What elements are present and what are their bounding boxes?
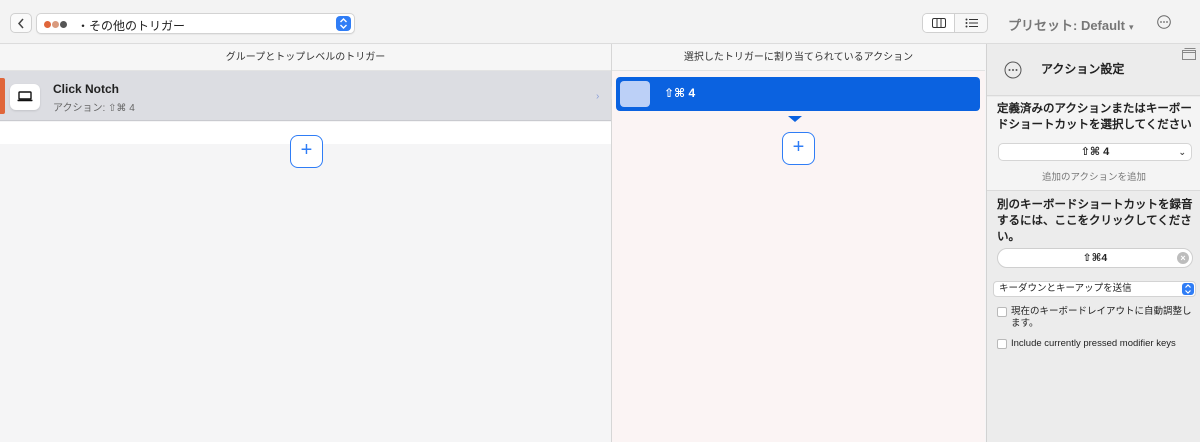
shortcut-recorder-field[interactable]: ⇧⌘4 × bbox=[997, 248, 1193, 268]
dot-2 bbox=[52, 21, 59, 28]
predefined-action-select[interactable]: ⇧⌘ 4 ⌄ bbox=[998, 143, 1192, 161]
columns-view-button[interactable] bbox=[923, 14, 955, 32]
predefined-action-heading: 定義済みのアクションまたはキーボードショートカットを選択してください bbox=[997, 103, 1192, 131]
action-thumbnail-icon bbox=[620, 81, 650, 107]
list-icon bbox=[965, 18, 978, 28]
caret-down-icon: ▾ bbox=[1129, 22, 1134, 32]
preset-label: プリセット: Default bbox=[1008, 18, 1126, 33]
send-mode-select[interactable]: キーダウンとキーアップを送信 bbox=[993, 281, 1196, 297]
app-dots-icon bbox=[44, 21, 68, 28]
more-options-icon[interactable] bbox=[1157, 15, 1171, 29]
add-trigger-button[interactable]: + bbox=[290, 135, 323, 168]
updown-chevron-icon bbox=[336, 16, 351, 31]
laptop-icon bbox=[10, 84, 40, 110]
add-action-button[interactable]: + bbox=[782, 132, 815, 165]
trigger-row[interactable]: Click Notch アクション: ⇧⌘ 4 › bbox=[0, 71, 611, 121]
trigger-accent-bar bbox=[0, 78, 5, 114]
settings-header: アクション設定 bbox=[987, 44, 1200, 96]
checkbox[interactable] bbox=[997, 339, 1007, 349]
dot-1 bbox=[44, 21, 51, 28]
add-additional-action-link[interactable]: 追加のアクションを追加 bbox=[987, 169, 1200, 183]
view-toggle bbox=[922, 13, 988, 33]
toolbar: ・その他のトリガー プリセット: Default ▾ bbox=[0, 0, 1200, 44]
action-row[interactable]: ⇧⌘ 4 bbox=[616, 77, 980, 122]
trigger-list: Click Notch アクション: ⇧⌘ 4 › + bbox=[0, 71, 611, 442]
dot-3 bbox=[60, 21, 67, 28]
include-modifiers-label: Include currently pressed modifier keys bbox=[1011, 338, 1176, 349]
left-column-header: グループとトップレベルのトリガー bbox=[0, 45, 611, 71]
trigger-name: Click Notch bbox=[53, 82, 120, 96]
preset-dropdown[interactable]: プリセット: Default ▾ bbox=[1008, 15, 1134, 34]
action-pointer bbox=[788, 116, 802, 122]
columns-icon bbox=[932, 18, 946, 28]
action-list: ⇧⌘ 4 + bbox=[612, 71, 985, 442]
predefined-action-section: 定義済みのアクションまたはキーボードショートカットを選択してください ⇧⌘ 4 … bbox=[987, 97, 1200, 191]
clear-icon[interactable]: × bbox=[1177, 252, 1189, 264]
middle-column-header: 選択したトリガーに割り当てられているアクション bbox=[612, 45, 985, 71]
include-modifiers-checkbox[interactable]: Include currently pressed modifier keys bbox=[997, 338, 1193, 364]
updown-chevron-icon bbox=[1182, 283, 1194, 295]
checkbox[interactable] bbox=[997, 307, 1007, 317]
chevron-right-icon: › bbox=[596, 91, 600, 102]
more-options-icon[interactable] bbox=[1004, 61, 1022, 79]
record-shortcut-heading: 別のキーボードショートカットを録音するには、ここをクリックしてください。 bbox=[997, 199, 1193, 243]
trigger-subtitle: アクション: ⇧⌘ 4 bbox=[53, 103, 135, 114]
action-label: ⇧⌘ 4 bbox=[664, 86, 696, 100]
action-settings-panel: アクション設定 定義済みのアクションまたはキーボードショートカットを選択してくだ… bbox=[986, 44, 1200, 442]
chevron-left-icon bbox=[17, 18, 24, 29]
chevron-down-icon: ⌄ bbox=[1178, 147, 1186, 157]
trigger-category-select[interactable]: ・その他のトリガー bbox=[36, 13, 355, 34]
back-button[interactable] bbox=[10, 13, 32, 33]
list-view-button[interactable] bbox=[956, 14, 987, 32]
auto-layout-label: 現在のキーボードレイアウトに自動調整します。 bbox=[1011, 306, 1192, 329]
window-icon[interactable] bbox=[1182, 48, 1196, 60]
trigger-category-label: ・その他のトリガー bbox=[77, 19, 186, 33]
settings-title: アクション設定 bbox=[1041, 62, 1125, 76]
recorded-shortcut-value: ⇧⌘4 bbox=[1082, 252, 1108, 264]
selected-action-value: ⇧⌘ 4 bbox=[1080, 146, 1110, 158]
send-mode-value: キーダウンとキーアップを送信 bbox=[999, 283, 1132, 294]
auto-layout-checkbox[interactable]: 現在のキーボードレイアウトに自動調整します。 bbox=[997, 306, 1193, 332]
